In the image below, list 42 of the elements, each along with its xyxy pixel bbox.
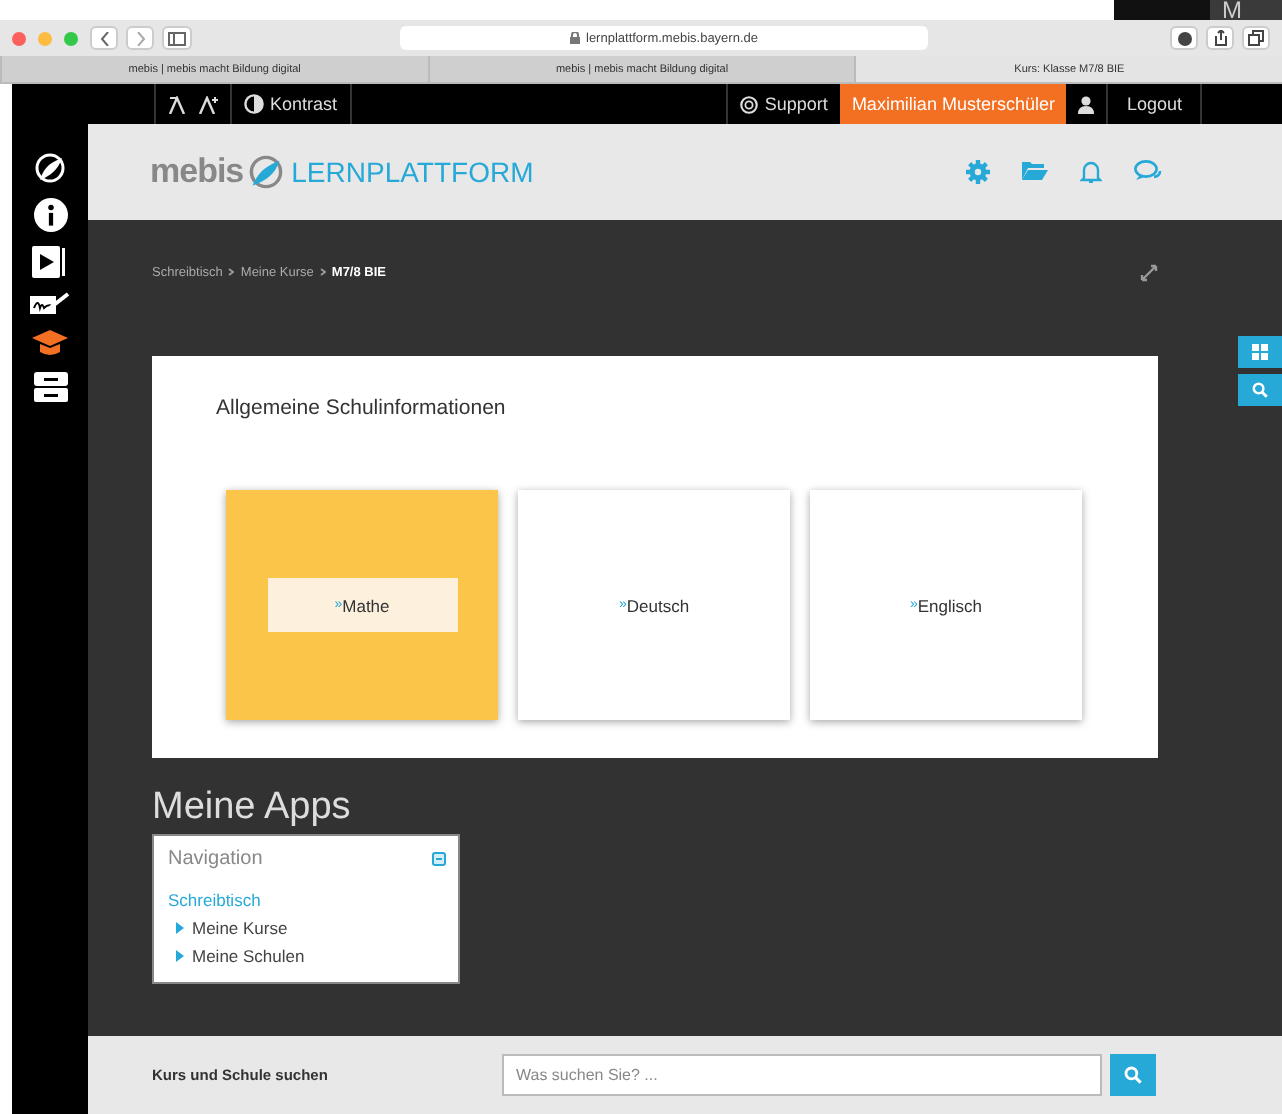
share-button[interactable] xyxy=(1206,26,1234,50)
search-icon xyxy=(1124,1066,1142,1084)
sidebar-button[interactable] xyxy=(162,26,192,50)
lifebuoy-icon xyxy=(740,95,759,113)
nav-item[interactable]: Meine Schulen xyxy=(176,946,446,966)
blocks-button[interactable] xyxy=(1238,336,1282,368)
tabs-button[interactable] xyxy=(1242,26,1270,50)
block-title: Navigation xyxy=(168,848,263,870)
section-title: Meine Apps xyxy=(152,786,353,830)
chevron-right-icon xyxy=(135,31,145,45)
window-title: M xyxy=(1210,0,1282,20)
search-icon xyxy=(1252,382,1268,398)
chevron-right-icon xyxy=(319,268,326,276)
download-button[interactable] xyxy=(1170,26,1198,50)
share-icon xyxy=(1213,30,1227,46)
signature-icon[interactable] xyxy=(30,292,70,316)
user-icon[interactable] xyxy=(1078,95,1095,113)
chevron-left-icon xyxy=(99,31,109,45)
lock-icon xyxy=(570,32,580,44)
search-field[interactable]: Was suchen Sie? ... xyxy=(502,1054,1102,1096)
grid-icon xyxy=(1252,344,1268,360)
graduation-cap-icon[interactable] xyxy=(32,330,68,358)
contrast-icon xyxy=(244,94,264,114)
card-title: Allgemeine Schulinformationen xyxy=(216,396,508,420)
tabs-icon xyxy=(1248,30,1264,46)
expand-icon[interactable] xyxy=(1140,263,1158,281)
sidebar-icon xyxy=(168,31,186,45)
search-button[interactable] xyxy=(1110,1054,1156,1096)
video-icon[interactable] xyxy=(32,246,68,278)
nav-item[interactable]: Meine Kurse xyxy=(176,918,446,938)
archive-icon[interactable] xyxy=(33,372,67,402)
back-button[interactable] xyxy=(90,26,118,50)
leaf-logo-icon[interactable] xyxy=(34,152,66,184)
caret-icon xyxy=(176,922,184,934)
font-larger-icon xyxy=(198,95,218,113)
font-smaller-icon xyxy=(168,95,186,113)
leaf-logo-icon xyxy=(247,154,284,190)
info-icon[interactable] xyxy=(33,198,67,232)
caret-icon xyxy=(176,950,184,962)
product-name: LERNPLATTFORM xyxy=(291,156,534,188)
search-button[interactable] xyxy=(1238,374,1282,406)
chevron-right-icon xyxy=(228,268,235,276)
